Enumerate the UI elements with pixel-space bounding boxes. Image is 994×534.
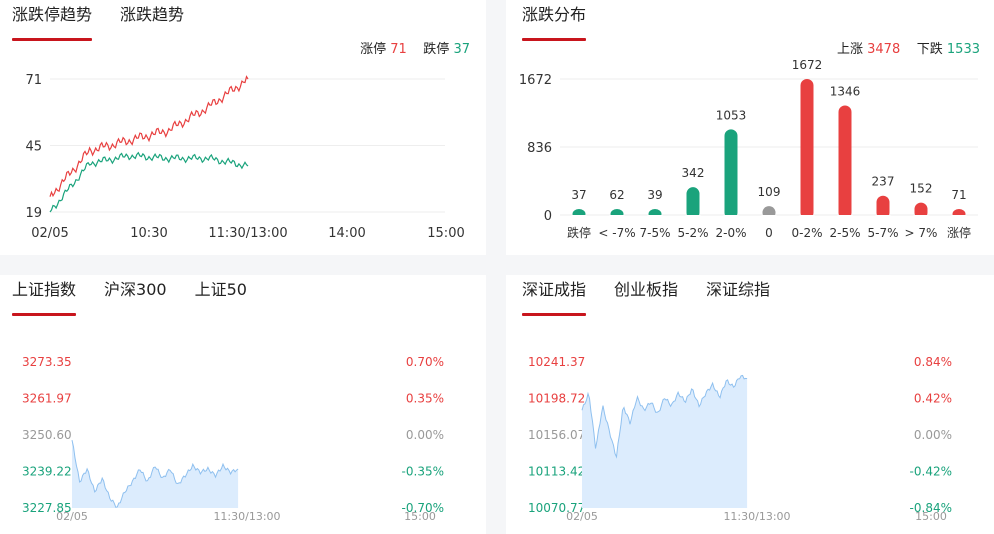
category-label: > 7% (905, 226, 938, 240)
distribution-bar (686, 187, 700, 219)
sz-index-panel: 深证成指 创业板指 深证综指 10241.37 0.84% 10198.72 0.42… (506, 275, 994, 534)
sh-index-panel: 上证指数 沪深300 上证50 3273.35 0.70% 3261.97 0.35%… (0, 275, 486, 534)
limit-trend-panel: 涨跌停趋势 涨跌趋势 涨停 71 跌停 37 71 45 19 02/05 10:30 1… (0, 0, 486, 255)
bar-value-label: 237 (872, 175, 895, 189)
bar-base-mask (761, 215, 777, 221)
sz-index-area (582, 375, 748, 508)
bar-value-label: 71 (951, 188, 966, 202)
x-tick-label: 11:30/13:00 (208, 226, 287, 241)
bar-value-label: 342 (682, 166, 705, 180)
price-tick-label: 3273.35 (22, 355, 72, 369)
price-tick-label: 3250.60 (22, 428, 72, 442)
distribution-bar (838, 105, 852, 219)
distribution-panel: 涨跌分布 上涨 3478 下跌 1533 1672 836 0 37 跌停 62 < -7… (506, 0, 994, 255)
y-tick-label: 45 (25, 140, 42, 155)
y-tick-label: 71 (25, 73, 42, 88)
x-tick-label: 10:30 (130, 226, 167, 241)
bar-base-mask (951, 215, 967, 221)
x-tick-label: 02/05 (566, 510, 598, 523)
y-tick-label: 1672 (519, 73, 552, 88)
limit-trend-chart: 71 45 19 02/05 10:30 11:30/13:00 14:00 15:00 (25, 73, 464, 241)
price-tick-label: 3239.22 (22, 465, 72, 479)
bar-base-mask (571, 215, 587, 221)
x-tick-label: 14:00 (328, 226, 365, 241)
bar-value-label: 1053 (716, 108, 747, 122)
category-label: 0-2% (791, 226, 822, 240)
x-tick-label: 15:00 (915, 510, 947, 523)
price-tick-label: 10156.07 (528, 428, 585, 442)
bar-base-mask (837, 215, 853, 221)
percent-tick-label: 0.00% (406, 428, 444, 442)
bar-value-label: 37 (571, 188, 586, 202)
price-tick-label: 3261.97 (22, 392, 72, 406)
x-tick-label: 02/05 (31, 226, 68, 241)
bar-value-label: 62 (609, 188, 624, 202)
sz-index-chart: 10241.37 0.84% 10198.72 0.42% 10156.07 0.00% 1… (528, 355, 952, 523)
bar-value-label: 1346 (830, 85, 861, 99)
category-label: 5-2% (677, 226, 708, 240)
category-label: 2-5% (829, 226, 860, 240)
bar-value-label: 109 (758, 185, 781, 199)
distribution-chart: 1672 836 0 37 跌停 62 < -7% 39 7-5% 342 5-2% 1053 2-0… (519, 58, 978, 240)
percent-tick-label: -0.35% (402, 465, 444, 479)
percent-tick-label: 0.42% (914, 392, 952, 406)
percent-tick-label: 0.70% (406, 355, 444, 369)
x-tick-label: 15:00 (404, 510, 436, 523)
price-tick-label: 10198.72 (528, 392, 585, 406)
category-label: 0 (765, 226, 773, 240)
bar-base-mask (875, 215, 891, 221)
price-tick-label: 10241.37 (528, 355, 585, 369)
y-tick-label: 19 (25, 206, 42, 221)
x-tick-label: 11:30/13:00 (723, 510, 790, 523)
percent-tick-label: 0.35% (406, 392, 444, 406)
x-tick-label: 11:30/13:00 (213, 510, 280, 523)
category-label: 跌停 (567, 225, 591, 240)
percent-tick-label: -0.42% (910, 465, 952, 479)
sh-index-chart: 3273.35 0.70% 3261.97 0.35% 3250.60 0.00% 3239… (22, 355, 444, 523)
percent-tick-label: 0.00% (914, 428, 952, 442)
price-tick-label: 10113.42 (528, 465, 585, 479)
percent-tick-label: 0.84% (914, 355, 952, 369)
category-label: 涨停 (947, 225, 971, 240)
y-tick-label: 0 (544, 209, 552, 224)
distribution-bar (724, 129, 738, 219)
bar-base-mask (609, 215, 625, 221)
bar-base-mask (685, 215, 701, 221)
bar-base-mask (723, 215, 739, 221)
category-label: < -7% (598, 226, 635, 240)
sh-index-area (72, 440, 239, 508)
bar-base-mask (799, 215, 815, 221)
category-label: 5-7% (867, 226, 898, 240)
bar-base-mask (647, 215, 663, 221)
x-tick-label: 02/05 (56, 510, 88, 523)
category-label: 7-5% (639, 226, 670, 240)
bar-value-label: 39 (647, 188, 662, 202)
y-tick-label: 836 (527, 141, 552, 156)
category-label: 2-0% (715, 226, 746, 240)
x-tick-label: 15:00 (427, 226, 464, 241)
bar-value-label: 1672 (792, 58, 823, 72)
bar-value-label: 152 (910, 182, 933, 196)
bar-base-mask (913, 215, 929, 221)
distribution-bar (800, 79, 814, 219)
